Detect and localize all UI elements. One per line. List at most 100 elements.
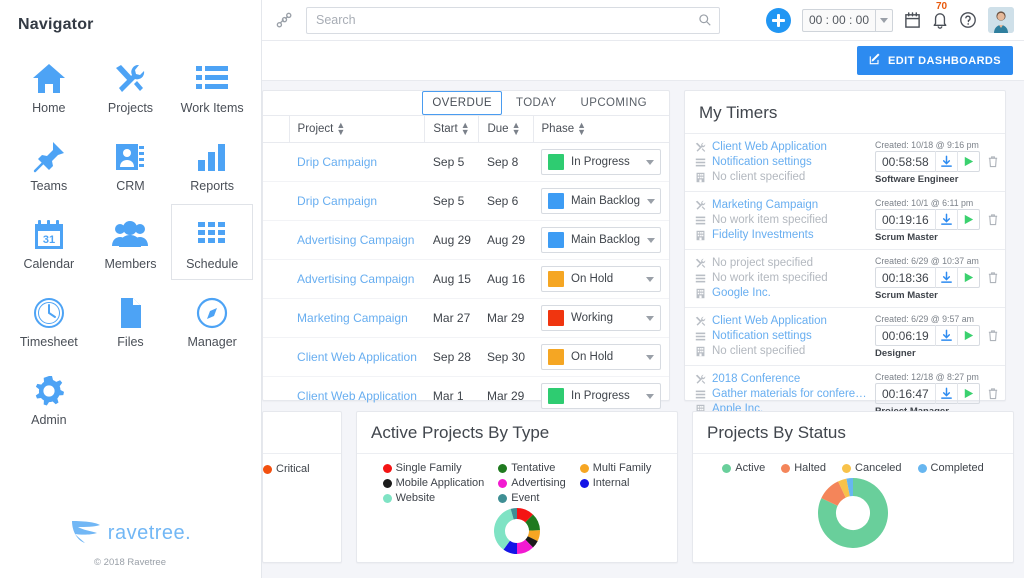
table-row[interactable]: Marketing Campaign Mar 27 Mar 29 Working: [263, 298, 669, 338]
project-link[interactable]: Marketing Campaign: [297, 311, 408, 325]
chevron-down-icon[interactable]: [646, 315, 654, 321]
legend-item[interactable]: Halted: [781, 462, 826, 474]
sidebar-item-admin[interactable]: Admin: [8, 360, 90, 436]
legend-item[interactable]: Canceled: [842, 462, 902, 474]
sidebar-item-reports[interactable]: Reports: [171, 126, 253, 202]
timer-time-box[interactable]: 00:18:36: [875, 267, 980, 288]
project-link[interactable]: Drip Campaign: [297, 194, 377, 208]
timer-project[interactable]: Client Web Application: [712, 314, 827, 329]
avatar[interactable]: [988, 7, 1014, 33]
legend-item[interactable]: Website: [382, 492, 485, 504]
timer-work-item[interactable]: Notification settings: [712, 155, 812, 170]
timer-client[interactable]: Fidelity Investments: [712, 228, 814, 243]
table-row[interactable]: Drip Campaign Sep 5 Sep 8 In Progress: [263, 142, 669, 182]
timer-project[interactable]: Client Web Application: [712, 140, 827, 155]
timer-client[interactable]: Google Inc.: [712, 286, 771, 301]
sidebar-item-members[interactable]: Members: [90, 204, 172, 280]
timer-time-box[interactable]: 00:06:19: [875, 325, 980, 346]
phase-select[interactable]: Main Backlog: [541, 227, 661, 253]
trash-icon[interactable]: [987, 387, 999, 400]
play-icon[interactable]: [956, 267, 979, 288]
legend-item[interactable]: Advertising: [498, 477, 566, 489]
project-link[interactable]: Advertising Campaign: [297, 272, 414, 286]
trash-icon[interactable]: [987, 155, 999, 168]
phase-select[interactable]: In Progress: [541, 383, 661, 409]
legend-item[interactable]: Internal: [579, 477, 652, 489]
table-row[interactable]: Advertising Campaign Aug 29 Aug 29 Main Bac…: [263, 220, 669, 260]
play-icon[interactable]: [956, 383, 979, 404]
trash-icon[interactable]: [987, 329, 999, 342]
tab-today[interactable]: TODAY: [506, 91, 567, 115]
sidebar-item-files[interactable]: Files: [90, 282, 172, 358]
table-row[interactable]: Advertising Campaign Aug 15 Aug 16 On Hold: [263, 259, 669, 299]
table-row[interactable]: Client Web Application Mar 1 Mar 29 In Prog…: [263, 377, 669, 416]
project-link[interactable]: Advertising Campaign: [297, 233, 414, 247]
bell-icon[interactable]: 70: [932, 1, 948, 29]
sort-icon[interactable]: ▲ ▼: [336, 121, 345, 137]
chevron-down-icon[interactable]: [646, 393, 654, 399]
edit-dashboards-button[interactable]: EDIT DASHBOARDS: [857, 46, 1013, 75]
sidebar-item-work-items[interactable]: Work Items: [171, 48, 253, 124]
legend-item[interactable]: Completed: [917, 462, 984, 474]
column-header-due[interactable]: Due ▲ ▼: [478, 115, 534, 143]
tab-upcoming[interactable]: UPCOMING: [571, 91, 657, 115]
project-link[interactable]: Drip Campaign: [297, 155, 377, 169]
play-icon[interactable]: [956, 325, 979, 346]
play-icon[interactable]: [956, 151, 979, 172]
phase-select[interactable]: Working: [541, 305, 661, 331]
legend-item[interactable]: Event: [498, 492, 565, 504]
tab-overdue[interactable]: OVERDUE: [422, 91, 502, 115]
timer-project[interactable]: Marketing Campaign: [712, 198, 818, 213]
column-header-phase[interactable]: Phase ▲ ▼: [533, 115, 669, 143]
download-icon[interactable]: [934, 209, 957, 230]
plus-icon[interactable]: [765, 7, 791, 33]
legend-item[interactable]: Active: [722, 462, 765, 474]
sort-icon[interactable]: ▲ ▼: [512, 121, 521, 137]
project-link[interactable]: Client Web Application: [297, 350, 417, 364]
phase-select[interactable]: On Hold: [541, 344, 661, 370]
sort-icon[interactable]: ▲ ▼: [461, 121, 470, 137]
timer-project[interactable]: 2018 Conference: [712, 372, 800, 387]
timer-work-item[interactable]: Gather materials for conference: [712, 387, 869, 402]
legend-item[interactable]: Single Family: [382, 462, 485, 474]
sidebar-item-crm[interactable]: CRM: [90, 126, 172, 202]
timer-time-box[interactable]: 00:58:58: [875, 151, 980, 172]
trash-icon[interactable]: [987, 213, 999, 226]
sidebar-item-schedule[interactable]: Schedule: [171, 204, 253, 280]
sidebar-item-calendar[interactable]: 31 Calendar: [8, 204, 90, 280]
link-chain-icon[interactable]: [272, 12, 296, 29]
chevron-down-icon[interactable]: [875, 9, 892, 31]
download-icon[interactable]: [934, 267, 957, 288]
search-box[interactable]: [306, 6, 720, 34]
sidebar-item-home[interactable]: Home: [8, 48, 90, 124]
chevron-down-icon[interactable]: [647, 198, 656, 204]
column-header-project[interactable]: Project ▲ ▼: [289, 115, 426, 143]
download-icon[interactable]: [934, 325, 957, 346]
trash-icon[interactable]: [987, 271, 999, 284]
sort-icon[interactable]: ▲ ▼: [577, 121, 586, 137]
project-link[interactable]: Client Web Application: [297, 389, 417, 403]
question-circle-icon[interactable]: [959, 11, 977, 29]
timer-work-item[interactable]: Notification settings: [712, 329, 812, 344]
calendar-icon[interactable]: [904, 11, 921, 29]
table-row[interactable]: Client Web Application Sep 28 Sep 30 On Hol…: [263, 337, 669, 377]
column-header-start[interactable]: Start ▲ ▼: [424, 115, 480, 143]
download-icon[interactable]: [934, 383, 957, 404]
table-row[interactable]: Drip Campaign Sep 5 Sep 6 Main Backlog: [263, 181, 669, 221]
timer-time-box[interactable]: 00:19:16: [875, 209, 980, 230]
sidebar-item-manager[interactable]: Manager: [171, 282, 253, 358]
legend-item[interactable]: Multi Family: [579, 462, 651, 474]
chevron-down-icon[interactable]: [646, 159, 654, 165]
sidebar-item-teams[interactable]: Teams: [8, 126, 90, 202]
phase-select[interactable]: Main Backlog: [541, 188, 661, 214]
sidebar-item-projects[interactable]: Projects: [90, 48, 172, 124]
chevron-down-icon[interactable]: [646, 354, 654, 360]
play-icon[interactable]: [956, 209, 979, 230]
phase-select[interactable]: In Progress: [541, 149, 661, 175]
download-icon[interactable]: [934, 151, 957, 172]
legend-item[interactable]: Mobile Application: [382, 477, 484, 489]
global-timer[interactable]: 00 : 00 : 00: [801, 8, 893, 32]
chevron-down-icon[interactable]: [647, 237, 656, 243]
chevron-down-icon[interactable]: [646, 276, 654, 282]
search-input[interactable]: [307, 7, 719, 33]
